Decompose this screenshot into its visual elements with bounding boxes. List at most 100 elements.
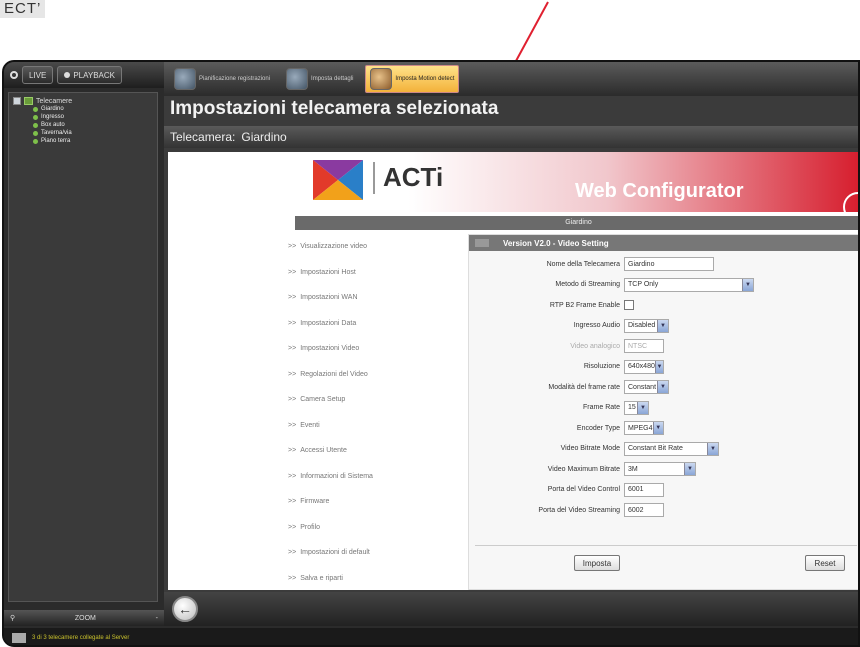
form-row: Video analogico NTSC	[469, 337, 664, 355]
select-value: TCP Only	[628, 281, 659, 288]
menu-item[interactable]: >> Regolazioni del Video	[288, 362, 458, 388]
form-row: Video Maximum Bitrate 3M ▼	[469, 460, 696, 478]
app-window: LIVE PLAYBACK Telecamere Giardino Ingres…	[2, 60, 860, 647]
form-row: Ingresso Audio Disabled ▼	[469, 317, 669, 335]
menu-prefix: >>	[288, 396, 297, 404]
chevron-down-icon[interactable]: ▼	[657, 381, 668, 393]
reset-button[interactable]: Reset	[805, 555, 845, 571]
form-header: Version V2.0 - Video Setting	[469, 235, 858, 251]
select-value: MPEG4	[628, 424, 653, 432]
form-row: Nome della Telecamera Giardino	[469, 255, 714, 273]
tool-label: Pianificazione registrazioni	[199, 76, 271, 82]
form-select[interactable]: TCP Only ▼	[624, 277, 754, 292]
rtp-b2-checkbox[interactable]	[624, 300, 634, 310]
menu-item[interactable]: >> Informazioni di Sistema	[288, 464, 458, 490]
select-value: 3M	[628, 465, 638, 473]
zoom-out-icon[interactable]: ⚲	[10, 614, 15, 622]
form-select[interactable]: Disabled ▼	[624, 318, 669, 333]
select-value: Constant	[628, 383, 657, 391]
tree-root-label: Telecamere	[36, 97, 73, 105]
live-button[interactable]: LIVE	[22, 66, 54, 84]
form-input[interactable]: Giardino	[624, 257, 714, 271]
camera-icon	[33, 106, 38, 112]
zoom-bar[interactable]: ⚲ ZOOM -	[4, 610, 164, 626]
brand-banner: ACTi Web Configurator	[295, 152, 858, 222]
menu-item[interactable]: >> Firmware	[288, 489, 458, 515]
menu-item[interactable]: >> Impostazioni Host	[288, 260, 458, 286]
menu-item-label: Informazioni di Sistema	[300, 472, 373, 480]
collapse-icon[interactable]	[13, 97, 21, 105]
mode-switch: LIVE PLAYBACK	[4, 62, 164, 88]
menu-prefix: >>	[288, 574, 297, 582]
chevron-down-icon[interactable]: ▼	[654, 360, 663, 373]
form-row: Metodo di Streaming TCP Only ▼	[469, 276, 754, 294]
menu-item[interactable]: >> Accessi Utente	[288, 438, 458, 464]
back-button[interactable]: ←	[172, 596, 198, 622]
details-icon	[286, 68, 309, 90]
chevron-down-icon[interactable]: ▼	[652, 422, 663, 434]
tree-item-camera[interactable]: Ingresso	[33, 113, 153, 121]
tool-details[interactable]: Imposta dettagli	[282, 65, 357, 93]
form-label: Video Bitrate Mode	[560, 445, 620, 452]
chevron-down-icon[interactable]: ▼	[657, 319, 668, 332]
playback-dot-icon	[64, 72, 71, 78]
form-select[interactable]: MPEG4 ▼	[624, 421, 664, 435]
select-value: Constant Bit Rate	[628, 445, 683, 452]
menu-item[interactable]: >> Impostazioni Video	[288, 336, 458, 362]
logo-separator	[373, 162, 375, 194]
acti-logo-icon	[313, 160, 363, 200]
tree-item-label: Piano terra	[41, 138, 71, 144]
schedule-icon	[174, 68, 196, 90]
menu-item[interactable]: >> Impostazioni Data	[288, 311, 458, 337]
select-value: 15	[628, 404, 636, 411]
form-select[interactable]: Constant Bit Rate ▼	[624, 441, 719, 456]
menu-item[interactable]: >> Eventi	[288, 413, 458, 439]
menu-item[interactable]: >> Profilo	[288, 515, 458, 541]
zoom-minus-button[interactable]: -	[156, 615, 158, 622]
chevron-down-icon[interactable]: ▼	[707, 442, 718, 455]
tool-recording-schedule[interactable]: Pianificazione registrazioni	[170, 65, 274, 93]
page-title: Impostazioni telecamera selezionata	[170, 98, 499, 119]
tree-item-label: Box auto	[41, 122, 65, 128]
menu-item[interactable]: >> Impostazioni WAN	[288, 285, 458, 311]
menu-prefix: >>	[288, 472, 297, 480]
form-label: Encoder Type	[576, 424, 620, 432]
web-configurator-frame: ACTi Web Configurator Giardino >> Visuali…	[168, 152, 858, 591]
form-select[interactable]: 640x480 ▼	[624, 359, 664, 374]
tree-item-camera[interactable]: Taverna/via	[33, 129, 153, 137]
menu-item[interactable]: >> Visualizzazione video	[288, 234, 458, 260]
form-row: Risoluzione 640x480 ▼	[469, 358, 664, 376]
tool-label: Imposta dettagli	[311, 76, 354, 82]
live-label: LIVE	[29, 70, 47, 80]
power-icon[interactable]	[10, 71, 18, 79]
form-input[interactable]: 6002	[624, 503, 664, 517]
form-row: Frame Rate 15 ▼	[469, 399, 649, 417]
form-header-title: Version V2.0 - Video Setting	[503, 238, 609, 248]
toolbar: Pianificazione registrazioni Imposta det…	[164, 62, 858, 96]
chevron-down-icon[interactable]: ▼	[637, 401, 648, 414]
playback-button[interactable]: PLAYBACK	[57, 66, 122, 84]
server-icon	[12, 633, 26, 643]
form-label: Nome della Telecamera	[546, 260, 620, 268]
tree-root[interactable]: Telecamere	[13, 97, 153, 105]
menu-item[interactable]: >> Salva e riparti	[288, 566, 458, 591]
menu-item-label: Accessi Utente	[300, 447, 347, 455]
tree-item-camera[interactable]: Box auto	[33, 121, 153, 129]
tree-item-camera[interactable]: Giardino	[33, 105, 153, 113]
tool-motion-detect[interactable]: Imposta Motion detect	[365, 65, 460, 93]
form-input[interactable]: 6001	[624, 482, 664, 497]
menu-prefix: >>	[288, 294, 297, 302]
menu-item[interactable]: >> Camera Setup	[288, 387, 458, 413]
camera-icon	[33, 122, 38, 128]
configurator-title: Web Configurator	[575, 180, 744, 202]
form-select[interactable]: 3M ▼	[624, 462, 696, 476]
chevron-down-icon[interactable]: ▼	[684, 463, 695, 475]
form-select[interactable]: Constant ▼	[624, 380, 669, 394]
submit-button[interactable]: Imposta	[574, 555, 620, 571]
menu-item[interactable]: >> Impostazioni di default	[288, 540, 458, 566]
menu-item-label: Impostazioni Host	[300, 268, 356, 276]
tree-item-camera[interactable]: Piano terra	[33, 137, 153, 145]
form-select[interactable]: 15 ▼	[624, 400, 649, 415]
menu-item-label: Impostazioni Data	[300, 319, 357, 327]
chevron-down-icon[interactable]: ▼	[742, 278, 753, 291]
